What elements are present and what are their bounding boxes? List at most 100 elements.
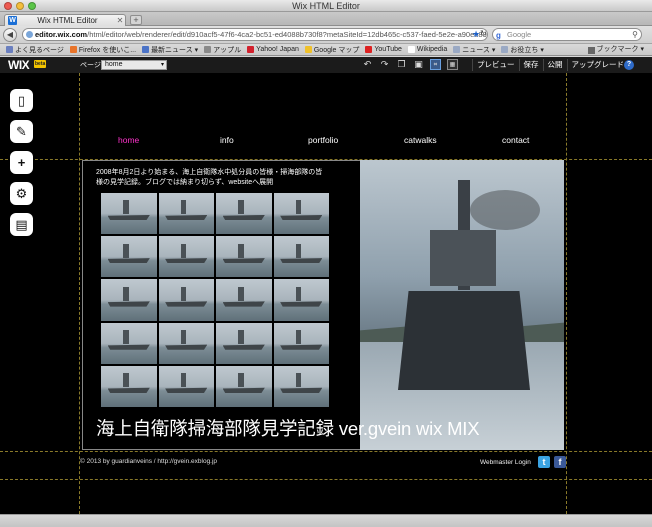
bookmark-favicon-icon xyxy=(204,46,212,53)
hero-title[interactable]: 海上自衛隊掃海部隊見学記録 ver.gvein wix MIX xyxy=(96,415,480,441)
gallery-thumbnail[interactable] xyxy=(216,193,272,235)
guide-line xyxy=(0,451,652,452)
help-icon[interactable]: ? xyxy=(624,60,634,70)
tab-close-icon[interactable]: ✕ xyxy=(115,16,125,25)
bookmark-item[interactable]: お役立ち ▾ xyxy=(501,45,544,55)
site-nav-home[interactable]: home xyxy=(118,135,139,145)
url-bar[interactable]: editor.wix.com/html/editor/web/renderer/… xyxy=(22,28,488,41)
gallery-thumbnail[interactable] xyxy=(216,236,272,278)
bookmark-favicon-icon xyxy=(247,46,255,53)
add-icon[interactable]: + xyxy=(10,151,33,174)
app-market-icon[interactable]: ▤ xyxy=(10,213,33,236)
settings-gear-icon[interactable]: ⚙ xyxy=(10,182,33,205)
webmaster-login-link[interactable]: Webmaster Login xyxy=(480,459,531,466)
gallery-thumbnail[interactable] xyxy=(158,236,214,278)
footer-copyright[interactable]: © 2013 by guardianveins / http://gvein.e… xyxy=(80,458,217,465)
gallery-thumbnail[interactable] xyxy=(273,365,329,407)
gallery-thumbnail[interactable] xyxy=(158,193,214,235)
google-icon: g xyxy=(496,31,501,40)
editor-canvas[interactable]: ▯ ✎ + ⚙ ▤ home info portfolio catwalks conta… xyxy=(0,73,652,514)
gallery-thumbnail[interactable] xyxy=(101,193,157,235)
photo-gallery[interactable] xyxy=(101,193,329,407)
bookmark-label: Firefox を使いこ... xyxy=(78,46,137,54)
bookmark-label: Yahoo! Japan xyxy=(256,46,299,53)
wix-logo: WIX xyxy=(8,58,30,72)
paste-icon[interactable]: ▣ xyxy=(413,59,424,70)
search-icon[interactable]: ⚲ xyxy=(632,29,638,40)
gallery-thumbnail[interactable] xyxy=(101,236,157,278)
bookmark-favicon-icon xyxy=(453,46,461,53)
window-title: Wix HTML Editor xyxy=(292,1,360,11)
url-path: /html/editor/web/renderer/edit/d910acf5-… xyxy=(87,30,488,39)
twitter-icon[interactable]: t xyxy=(538,456,550,468)
guide-line xyxy=(566,73,567,514)
hero-ship-image[interactable] xyxy=(360,160,564,450)
zoom-window-button[interactable] xyxy=(28,1,36,10)
new-tab-button[interactable]: + xyxy=(130,15,142,25)
side-toolbar: ▯ ✎ + ⚙ ▤ xyxy=(10,89,33,236)
back-button[interactable]: ◀ xyxy=(3,27,17,42)
bookmark-item[interactable]: ニュース ▾ xyxy=(453,45,495,55)
minimize-window-button[interactable] xyxy=(16,1,24,10)
design-brush-icon[interactable]: ✎ xyxy=(10,120,33,143)
search-input[interactable]: g Google ⚲ xyxy=(492,28,642,41)
save-button[interactable]: 保存 xyxy=(518,59,543,71)
site-nav-catwalks[interactable]: catwalks xyxy=(404,135,437,145)
bookmark-item[interactable]: Firefox を使いこ... xyxy=(69,45,137,55)
window-controls xyxy=(4,1,36,10)
wix-editor-toolbar: WIX beta ページ: home ▾ ↶ ↷ ❐ ▣ ⌗ ▦ プレビュー 保… xyxy=(0,57,652,73)
gallery-thumbnail[interactable] xyxy=(158,365,214,407)
publish-button[interactable]: 公開 xyxy=(542,59,567,71)
gallery-thumbnail[interactable] xyxy=(273,322,329,364)
bookmark-label: Google マップ xyxy=(313,46,360,54)
gallery-thumbnail[interactable] xyxy=(216,279,272,321)
gallery-thumbnail[interactable] xyxy=(158,322,214,364)
gallery-thumbnail[interactable] xyxy=(101,279,157,321)
gallery-thumbnail[interactable] xyxy=(101,365,157,407)
bookmark-item[interactable]: Google マップ xyxy=(304,45,360,55)
refresh-icon[interactable]: ↻ xyxy=(480,28,487,40)
gallery-thumbnail[interactable] xyxy=(273,279,329,321)
bookmark-item[interactable]: よく見るページ xyxy=(6,45,64,55)
gallery-thumbnail[interactable] xyxy=(273,193,329,235)
site-menu: home info portfolio catwalks contact xyxy=(84,135,564,151)
pages-icon[interactable]: ▯ xyxy=(10,89,33,112)
page-select[interactable]: home ▾ xyxy=(101,60,167,70)
site-nav-contact[interactable]: contact xyxy=(502,135,529,145)
undo-icon[interactable]: ↶ xyxy=(362,59,373,70)
copy-icon[interactable]: ❐ xyxy=(396,59,407,70)
bookmark-item[interactable]: Wikipedia xyxy=(407,46,447,53)
rulers-toggle-icon[interactable]: ▦ xyxy=(447,59,458,70)
hero-bridge xyxy=(430,230,496,286)
bookmarks-menu[interactable]: ブックマーク ▾ xyxy=(587,44,644,56)
bookmark-label: アップル xyxy=(213,46,242,54)
gallery-thumbnail[interactable] xyxy=(216,322,272,364)
site-nav-info[interactable]: info xyxy=(220,135,234,145)
facebook-icon[interactable]: f xyxy=(554,456,566,468)
gallery-thumbnail[interactable] xyxy=(158,279,214,321)
grid-toggle-icon[interactable]: ⌗ xyxy=(430,59,441,70)
page-label: ページ: xyxy=(80,62,103,69)
upgrade-button[interactable]: アップグレード xyxy=(566,59,629,71)
tab-wix-editor[interactable]: W Wix HTML Editor ✕ xyxy=(4,14,126,26)
site-nav-portfolio[interactable]: portfolio xyxy=(308,135,338,145)
gallery-thumbnail[interactable] xyxy=(273,236,329,278)
bookmark-favicon-icon xyxy=(142,46,150,53)
bookmark-item[interactable]: Yahoo! Japan xyxy=(247,46,299,53)
bookmark-favicon-icon xyxy=(365,46,373,53)
bookmark-item[interactable]: アップル xyxy=(204,45,241,55)
bookmark-favicon-icon xyxy=(501,46,509,53)
redo-icon[interactable]: ↷ xyxy=(379,59,390,70)
bookmark-item[interactable]: 最新ニュース ▾ xyxy=(142,45,198,55)
preview-button[interactable]: プレビュー xyxy=(472,59,519,71)
bookmark-item[interactable]: YouTube xyxy=(365,46,402,53)
bookmarks-bar: よく見るページ Firefox を使いこ... 最新ニュース ▾ アップル Yahoo!… xyxy=(0,44,652,56)
intro-text[interactable]: 2008年8月2日より始まる、海上自衛隊水中処分員の皆様・掃海部隊の皆様の見学記… xyxy=(96,168,328,188)
bookmark-label: 最新ニュース ▾ xyxy=(151,46,199,54)
close-window-button[interactable] xyxy=(4,1,12,10)
gallery-thumbnail[interactable] xyxy=(101,322,157,364)
page-select-value: home xyxy=(105,61,123,68)
hero-hull xyxy=(398,291,530,390)
gallery-thumbnail[interactable] xyxy=(216,365,272,407)
bookmark-star-icon[interactable]: ★ xyxy=(472,28,480,40)
